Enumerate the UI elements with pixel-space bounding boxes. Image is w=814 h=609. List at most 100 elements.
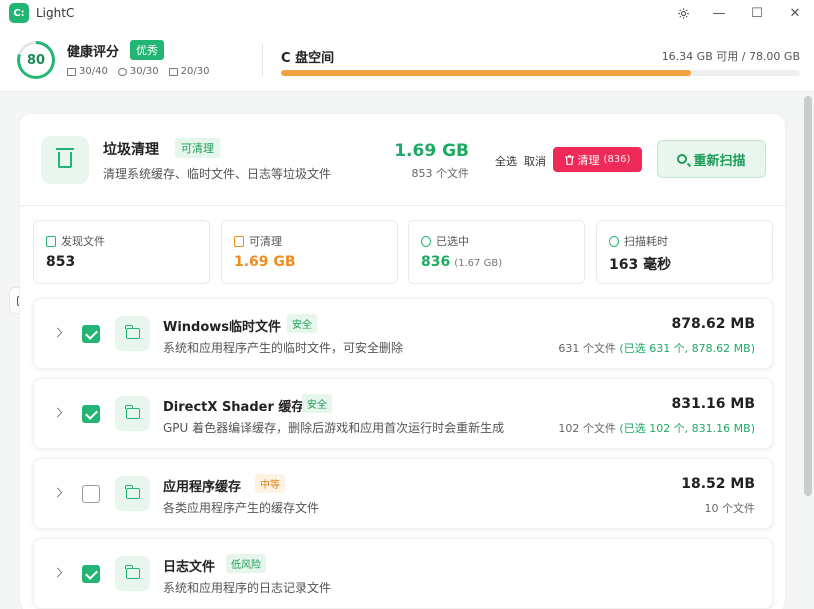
minimize-button[interactable]: — [700, 0, 738, 26]
stat-label-text: 可清理 [249, 235, 282, 248]
stat-value-text: 853 [46, 254, 76, 270]
disk-usage-bar [281, 70, 800, 76]
stat-label: 已选中 [421, 233, 469, 249]
stat-value: 853 [46, 254, 75, 270]
window-controls: — ☐ ✕ [666, 0, 814, 26]
folder-icon-box [115, 556, 150, 591]
item-title: 应用程序缓存 [163, 480, 242, 495]
status-header: 80 健康评分 优秀 30/40 30/30 20/30 C 盘空间 16.34… [0, 26, 814, 92]
app-title: LightC [36, 6, 75, 20]
item-risk-tag: 安全 [287, 314, 317, 333]
maximize-button[interactable]: ☐ [738, 0, 776, 26]
junk-file-count: 853 个文件 [411, 167, 470, 180]
clean-button-label: 清理 [577, 153, 600, 167]
junk-status-badge: 可清理 [175, 138, 220, 158]
trash-icon [56, 148, 74, 168]
list-item[interactable]: 应用程序缓存 中等 各类应用程序产生的缓存文件 18.52 MB 10 个文件 [33, 458, 773, 529]
stat-label-text: 发现文件 [61, 235, 105, 248]
list-item[interactable]: 日志文件 低风险 系统和应用程序的日志记录文件 [33, 538, 773, 609]
scrollbar[interactable] [804, 96, 812, 496]
stat-label-text: 扫描耗时 [624, 235, 668, 248]
item-meta: 10 个文件 [705, 500, 756, 516]
chevron-right-icon[interactable] [52, 487, 63, 498]
stat-value: 1.69 GB [234, 254, 296, 270]
item-description: GPU 着色器编译缓存，删除后游戏和应用首次运行时会重新生成 [163, 421, 505, 435]
item-meta: 102 个文件 (已选 102 个, 831.16 MB) [558, 420, 755, 436]
moon-icon [117, 67, 127, 76]
health-score-badge: 优秀 [130, 40, 164, 60]
disk-usage-fill [281, 70, 691, 76]
chevron-right-icon[interactable] [52, 327, 63, 338]
trash-icon [234, 235, 244, 247]
stat-value-text: 1.69 GB [234, 254, 296, 270]
close-button[interactable]: ✕ [776, 0, 814, 26]
search-icon [677, 154, 688, 164]
item-checkbox[interactable] [82, 565, 100, 583]
health-stat-value: 30/40 [79, 66, 108, 77]
folder-icon [125, 405, 140, 419]
stat-value: 836 (1.67 GB) [421, 254, 502, 270]
health-stats: 30/40 30/30 20/30 [67, 66, 209, 77]
trash-icon [564, 154, 574, 165]
disk-title: C 盘空间 [281, 51, 335, 66]
item-size: 831.16 MB [671, 396, 755, 412]
item-checkbox[interactable] [82, 405, 100, 423]
stat-label: 发现文件 [46, 233, 105, 249]
item-meta: 631 个文件 (已选 631 个, 878.62 MB) [558, 340, 755, 356]
stat-value: 163 毫秒 [609, 254, 671, 274]
junk-icon-box [41, 136, 89, 184]
health-stat: 30/30 [117, 66, 159, 77]
item-risk-tag: 安全 [302, 394, 332, 413]
item-size: 18.52 MB [681, 476, 755, 492]
stat-label: 可清理 [234, 233, 282, 249]
stat-card-found: 发现文件 853 [33, 220, 210, 284]
folder-icon-box [115, 316, 150, 351]
item-checkbox[interactable] [82, 325, 100, 343]
title-bar: C: LightC — ☐ ✕ [0, 0, 814, 26]
health-score-title: 健康评分 [67, 45, 120, 60]
select-all-button[interactable]: 全选 [495, 153, 517, 169]
stat-sub-text: (1.67 GB) [454, 258, 503, 269]
item-file-count: 10 个文件 [704, 502, 756, 515]
list-item[interactable]: DirectX Shader 缓存 安全 GPU 着色器编译缓存，删除后游戏和应… [33, 378, 773, 449]
health-stat-value: 30/30 [129, 66, 159, 77]
item-title: Windows临时文件 [163, 320, 282, 335]
item-selected-info: (已选 102 个, 831.16 MB) [619, 422, 755, 435]
rescan-button-label: 重新扫描 [693, 153, 746, 169]
trash-icon [168, 67, 178, 76]
gear-icon[interactable] [666, 0, 700, 26]
rescan-button[interactable]: 重新扫描 [657, 140, 766, 178]
disk-icon [67, 67, 76, 76]
item-description: 各类应用程序产生的缓存文件 [163, 501, 320, 515]
stat-card-scan-time: 扫描耗时 163 毫秒 [596, 220, 773, 284]
chevron-right-icon[interactable] [52, 567, 63, 578]
item-risk-tag: 中等 [255, 474, 285, 493]
item-risk-tag: 低风险 [226, 554, 266, 573]
cancel-selection-button[interactable]: 取消 [524, 153, 546, 169]
stat-label-text: 已选中 [436, 235, 469, 248]
health-stat-value: 20/30 [180, 66, 210, 77]
app-logo: C: [9, 3, 29, 23]
clean-button[interactable]: 清理 (836) [553, 147, 642, 172]
list-item[interactable]: Windows临时文件 安全 系统和应用程序产生的临时文件，可安全删除 878.… [33, 298, 773, 369]
junk-total-size: 1.69 GB [394, 141, 469, 161]
chevron-right-icon[interactable] [52, 407, 63, 418]
stat-card-selected: 已选中 836 (1.67 GB) [408, 220, 585, 284]
disk-info: 16.34 GB 可用 / 78.00 GB [661, 50, 800, 63]
item-description: 系统和应用程序的日志记录文件 [163, 581, 332, 595]
item-description: 系统和应用程序产生的临时文件，可安全删除 [163, 341, 404, 355]
item-selected-info: (已选 631 个, 878.62 MB) [619, 342, 755, 355]
check-circle-icon [421, 235, 431, 247]
item-checkbox[interactable] [82, 485, 100, 503]
clock-icon [609, 235, 619, 247]
item-file-count: 102 个文件 [558, 422, 616, 435]
item-title: 日志文件 [163, 560, 216, 575]
junk-description: 清理系统缓存、临时文件、日志等垃圾文件 [103, 167, 332, 181]
junk-title: 垃圾清理 [103, 142, 159, 158]
stat-card-cleanable: 可清理 1.69 GB [221, 220, 398, 284]
health-score-value: 80 [20, 44, 52, 76]
clean-button-count: (836) [603, 154, 631, 165]
item-title: DirectX Shader 缓存 [163, 400, 305, 415]
stat-value-text: 836 [421, 254, 451, 270]
health-stat: 20/30 [168, 66, 210, 77]
